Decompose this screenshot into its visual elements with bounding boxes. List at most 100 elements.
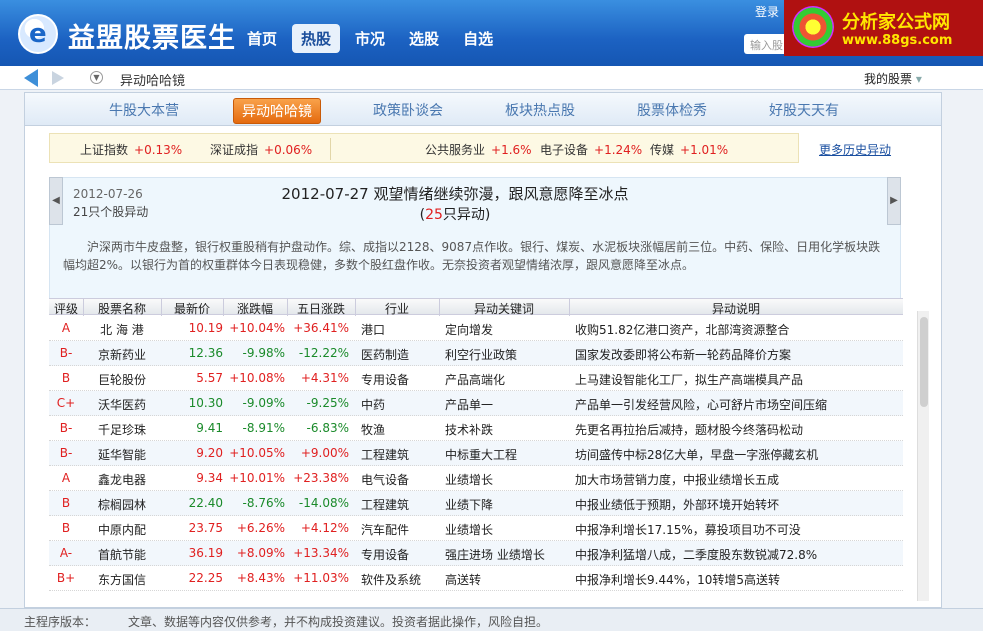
index-label: 传媒 bbox=[650, 143, 675, 157]
sub-tab[interactable]: 板块热点股 bbox=[505, 100, 575, 120]
cell-rating: A- bbox=[59, 546, 73, 560]
cell-keyword: 产品高端化 bbox=[445, 373, 506, 387]
table-row[interactable]: B- 京新药业 12.36 -9.98% -12.22% 医药制造 利空行业政策 国家发改委即… bbox=[49, 341, 903, 366]
cell-name[interactable]: 中原内配 bbox=[83, 521, 161, 538]
headline: 2012-07-27 观望情绪继续弥漫，跟风意愿降至冰点 bbox=[281, 185, 629, 203]
cell-name[interactable]: 棕榈园林 bbox=[83, 496, 161, 513]
cell-name[interactable]: 首航节能 bbox=[83, 546, 161, 563]
brand-line2: www.88gs.com bbox=[842, 33, 953, 48]
nav-tab[interactable]: 热股 bbox=[292, 24, 341, 53]
column-header[interactable]: 异动关键词 bbox=[439, 300, 569, 317]
cell-name[interactable]: 东方国信 bbox=[83, 571, 161, 588]
cell-name[interactable]: 鑫龙电器 bbox=[83, 471, 161, 488]
my-stocks-label: 我的股票 bbox=[864, 72, 913, 86]
index-item: 公共服务业 +1.6% bbox=[425, 141, 532, 158]
sub-tab[interactable]: 牛股大本营 bbox=[109, 100, 179, 120]
cell-name[interactable]: 北 海 港 bbox=[83, 321, 161, 338]
cell-industry: 牧渔 bbox=[361, 423, 386, 437]
sub-tab[interactable]: 股票体检秀 bbox=[637, 100, 707, 120]
cell-pct: +10.08% bbox=[229, 371, 285, 385]
cell-keyword: 产品单一 bbox=[445, 398, 494, 412]
index-label: 深证成指 bbox=[210, 143, 259, 157]
cell-pct: +10.05% bbox=[229, 446, 285, 460]
cell-name[interactable]: 巨轮股份 bbox=[83, 371, 161, 388]
table-row[interactable]: A 北 海 港 10.19 +10.04% +36.41% 港口 定向增发 收购51.82亿港… bbox=[49, 316, 903, 341]
nav-tab[interactable]: 市况 bbox=[346, 24, 394, 53]
index-item: 上证指数 +0.13% bbox=[80, 141, 182, 158]
cell-name[interactable]: 沃华医药 bbox=[83, 396, 161, 413]
table-row[interactable]: A- 首航节能 36.19 +8.09% +13.34% 专用设备 强庄进场 业绩增长 中报净… bbox=[49, 541, 903, 566]
brand-banner: 分析家公式网 www.88gs.com bbox=[784, 0, 983, 56]
column-header[interactable]: 最新价 bbox=[161, 300, 223, 317]
headline-count-suffix: 只异动) bbox=[442, 207, 491, 223]
brand-line1: 分析家公式网 bbox=[842, 12, 950, 33]
column-header[interactable]: 涨跌幅 bbox=[223, 300, 287, 317]
cell-desc: 中报净利增长17.15%，募投项目功不可没 bbox=[575, 523, 801, 537]
sub-tab[interactable]: 政策卧谈会 bbox=[373, 100, 443, 120]
cell-pct: +8.09% bbox=[236, 546, 285, 560]
prev-count[interactable]: 21只个股异动 bbox=[73, 203, 148, 220]
index-item: 电子设备 +1.24% bbox=[540, 141, 642, 158]
table-row[interactable]: B- 千足珍珠 9.41 -8.91% -6.83% 牧渔 技术补跌 先更名再拉抬后减持，题材… bbox=[49, 416, 903, 441]
cell-keyword: 高送转 bbox=[445, 573, 482, 587]
column-header[interactable]: 评级 bbox=[49, 300, 83, 317]
cell-price: 10.19 bbox=[188, 321, 223, 335]
prev-date[interactable]: 2012-07-26 bbox=[73, 187, 143, 201]
column-divider bbox=[287, 299, 288, 316]
sub-tab[interactable]: 异动哈哈镜 bbox=[233, 98, 321, 124]
cell-pct: -8.76% bbox=[242, 496, 285, 510]
table-header: 评级 股票名称 最新价 涨跌幅 五日涨跌 行业 异动关键词 异动说明 bbox=[49, 298, 903, 317]
cell-rating: B bbox=[61, 496, 71, 510]
column-divider bbox=[569, 299, 570, 316]
index-label: 公共服务业 bbox=[425, 143, 486, 157]
nav-tab[interactable]: 自选 bbox=[454, 24, 502, 53]
scrollbar[interactable] bbox=[917, 311, 929, 601]
cell-rating: B bbox=[61, 521, 71, 535]
sub-tabs: 牛股大本营 异动哈哈镜 政策卧谈会 板块热点股 股票体检秀 好股天天有 bbox=[25, 93, 941, 126]
breadcrumb: 异动哈哈镜 bbox=[120, 74, 186, 89]
cell-name[interactable]: 京新药业 bbox=[83, 346, 161, 363]
table-row[interactable]: B- 延华智能 9.20 +10.05% +9.00% 工程建筑 中标重大工程 坊间盛传中标2… bbox=[49, 441, 903, 466]
next-arrow-icon[interactable]: ▶ bbox=[887, 177, 901, 225]
column-header[interactable]: 五日涨跌 bbox=[287, 300, 355, 317]
cell-five: +11.03% bbox=[293, 571, 349, 585]
cell-keyword: 业绩增长 bbox=[445, 473, 494, 487]
cell-rating: B bbox=[61, 371, 71, 385]
my-stocks-dropdown[interactable]: 我的股票 ▾ bbox=[864, 70, 922, 87]
column-header[interactable]: 异动说明 bbox=[569, 300, 903, 317]
column-header[interactable]: 行业 bbox=[355, 300, 439, 317]
scrollbar-thumb[interactable] bbox=[920, 317, 928, 407]
cell-rating: A bbox=[61, 321, 71, 335]
login-link[interactable]: 登录 bbox=[755, 3, 779, 20]
cell-pct: +8.43% bbox=[236, 571, 285, 585]
nav-tab[interactable]: 选股 bbox=[400, 24, 448, 53]
cell-pct: -8.91% bbox=[242, 421, 285, 435]
cell-name[interactable]: 延华智能 bbox=[83, 446, 161, 463]
table-row[interactable]: C+ 沃华医药 10.30 -9.09% -9.25% 中药 产品单一 产品单一引发经营风险，… bbox=[49, 391, 903, 416]
cell-price: 22.40 bbox=[188, 496, 223, 510]
cell-industry: 软件及系统 bbox=[361, 573, 422, 587]
index-item: 传媒 +1.01% bbox=[650, 141, 728, 158]
forward-arrow-icon[interactable] bbox=[52, 71, 64, 85]
index-label: 上证指数 bbox=[80, 143, 129, 157]
column-header[interactable]: 股票名称 bbox=[83, 300, 161, 317]
cell-name[interactable]: 千足珍珠 bbox=[83, 421, 161, 438]
chevron-down-icon[interactable]: ▼ bbox=[90, 71, 103, 84]
more-history-link[interactable]: 更多历史异动 bbox=[819, 141, 891, 158]
cell-desc: 上马建设智能化工厂，拟生产高端模具产品 bbox=[575, 373, 804, 387]
cell-industry: 电气设备 bbox=[361, 473, 410, 487]
nav-tab[interactable]: 首页 bbox=[238, 24, 286, 53]
cell-five: +23.38% bbox=[293, 471, 349, 485]
back-arrow-icon[interactable] bbox=[24, 69, 38, 87]
chevron-down-icon: ▾ bbox=[915, 72, 922, 86]
sub-tab[interactable]: 好股天天有 bbox=[769, 100, 839, 120]
cell-industry: 工程建筑 bbox=[361, 498, 410, 512]
table-row[interactable]: A 鑫龙电器 9.34 +10.01% +23.38% 电气设备 业绩增长 加大市场营销力度，… bbox=[49, 466, 903, 491]
table-row[interactable]: B+ 东方国信 22.25 +8.43% +11.03% 软件及系统 高送转 中报净利增长9.… bbox=[49, 566, 903, 591]
table-row[interactable]: B 中原内配 23.75 +6.26% +4.12% 汽车配件 业绩增长 中报净利增长17.1… bbox=[49, 516, 903, 541]
table-row[interactable]: B 巨轮股份 5.57 +10.08% +4.31% 专用设备 产品高端化 上马建设智能化工厂… bbox=[49, 366, 903, 391]
divider bbox=[330, 138, 331, 160]
prev-arrow-icon[interactable]: ◀ bbox=[49, 177, 63, 225]
table-row[interactable]: B 棕榈园林 22.40 -8.76% -14.08% 工程建筑 业绩下降 中报业绩低于预期，… bbox=[49, 491, 903, 516]
cell-five: +9.00% bbox=[300, 446, 349, 460]
